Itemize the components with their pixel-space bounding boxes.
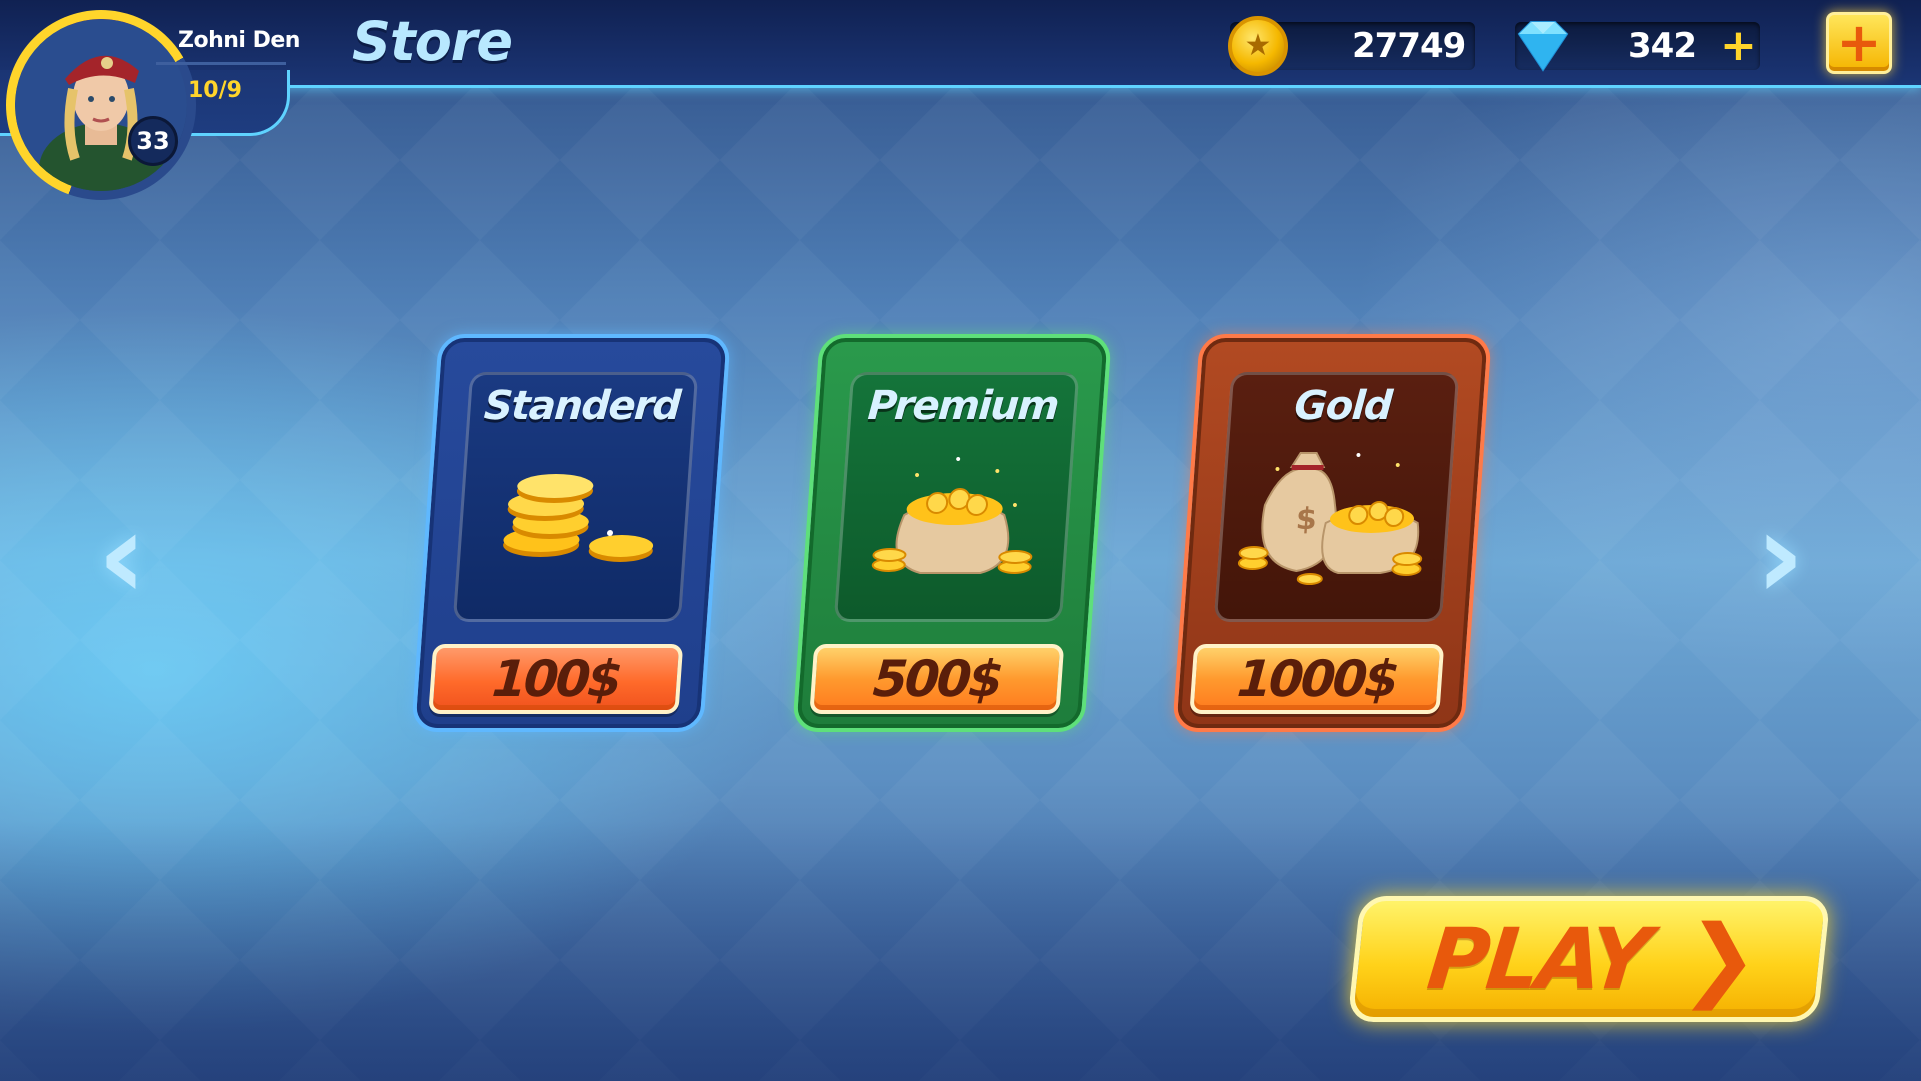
add-gems-button[interactable]: + (1720, 22, 1757, 70)
pack-card-premium[interactable]: Premium 500$ (792, 334, 1112, 732)
avatar-ring[interactable] (6, 10, 196, 200)
coin-balance: ★ 27749 (1228, 16, 1475, 76)
pack-title: Standerd (482, 383, 682, 429)
pack-card-gold[interactable]: Gold $ 1000$ (1172, 334, 1492, 732)
pack-title: Gold (1292, 383, 1393, 429)
level-badge: 33 (128, 116, 178, 166)
buy-button-gold[interactable]: 1000$ (1189, 644, 1445, 714)
coin-icon: ★ (1228, 16, 1288, 76)
pack-card-panel: Standerd (452, 372, 699, 622)
coin-amount: 27749 (1352, 26, 1466, 66)
add-currency-button[interactable]: + (1826, 12, 1892, 74)
chevron-right-icon: ❯ (1678, 906, 1765, 1011)
avatar (15, 19, 187, 191)
pack-title: Premium (866, 383, 1060, 429)
player-progress: 10/9 (188, 78, 242, 103)
player-name: Zohni Den (178, 28, 300, 53)
name-divider (156, 62, 286, 65)
diamond-icon (1517, 21, 1569, 72)
pack-card-panel: Gold $ (1213, 372, 1460, 622)
pack-card-panel: Premium (833, 372, 1080, 622)
buy-button-premium[interactable]: 500$ (809, 644, 1065, 714)
money-bags-icon: $ (1237, 452, 1423, 585)
coin-stack-icon (503, 474, 654, 562)
pack-card-standard[interactable]: Standerd 100$ (411, 334, 731, 732)
gem-balance: 342 + (1515, 21, 1760, 72)
page-title: Store (352, 10, 513, 73)
gem-amount: 342 (1628, 26, 1697, 66)
buy-button-standard[interactable]: 100$ (428, 644, 684, 714)
coin-sack-icon (871, 457, 1033, 574)
play-button[interactable]: PLAY ❯ (1347, 896, 1831, 1022)
svg-text:$: $ (1295, 502, 1318, 537)
previous-arrow-icon[interactable]: ‹ (82, 497, 162, 617)
play-label: PLAY (1423, 910, 1653, 1008)
character-portrait-icon (15, 19, 187, 191)
next-arrow-icon[interactable]: › (1740, 497, 1820, 617)
